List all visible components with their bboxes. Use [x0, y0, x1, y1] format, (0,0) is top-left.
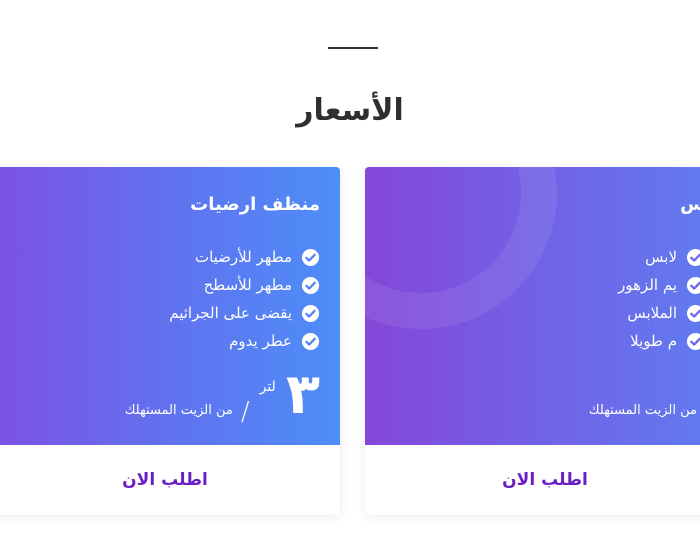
- feature-label: يم الزهور: [618, 276, 677, 294]
- card-title: س: [680, 194, 700, 215]
- price-block: من الزيت المستهلك: [589, 367, 700, 418]
- card-header: منظف ارضيات مطهر للأرضيات مطهر للأسطح يق…: [0, 167, 340, 445]
- feature-item: لابس: [618, 243, 700, 271]
- decorative-ring: [365, 167, 557, 329]
- price-note: من الزيت المستهلك: [588, 403, 697, 418]
- feature-label: م طويلا: [630, 332, 677, 350]
- pricing-card-floor-cleaner: منظف ارضيات مطهر للأرضيات مطهر للأسطح يق…: [0, 167, 340, 515]
- feature-list: مطهر للأرضيات مطهر للأسطح يقضى على الجرا…: [169, 243, 320, 355]
- card-title: منظف ارضيات: [190, 194, 320, 215]
- title-divider: [328, 47, 378, 49]
- price-unit: لتر: [259, 379, 276, 395]
- feature-item: م طويلا: [618, 327, 700, 355]
- check-circle-icon: [686, 332, 700, 350]
- feature-label: عطر يدوم: [229, 332, 292, 350]
- price-block: ٣ لتر / من الزيت المستهلك: [124, 362, 320, 428]
- feature-item: عطر يدوم: [169, 327, 320, 355]
- feature-item: مطهر للأرضيات: [169, 243, 320, 271]
- price-note: من الزيت المستهلك: [124, 403, 233, 418]
- check-circle-icon: [686, 304, 700, 322]
- card-footer: اطلب الان: [365, 445, 700, 515]
- feature-item: يم الزهور: [618, 271, 700, 299]
- check-circle-icon: [301, 332, 320, 350]
- order-now-button[interactable]: اطلب الان: [122, 470, 208, 490]
- check-circle-icon: [301, 248, 320, 266]
- feature-label: مطهر للأرضيات: [194, 248, 292, 266]
- feature-label: لابس: [645, 248, 677, 266]
- feature-label: الملابس: [627, 304, 677, 322]
- feature-item: الملابس: [618, 299, 700, 327]
- pricing-section: الأسعار س لابس يم الزهور الملابس م طويلا…: [0, 0, 700, 560]
- feature-item: يقضى على الجراثيم: [169, 299, 320, 327]
- feature-list: لابس يم الزهور الملابس م طويلا: [618, 243, 700, 355]
- card-header: س لابس يم الزهور الملابس م طويلا من الزي…: [365, 167, 700, 445]
- feature-label: مطهر للأسطح: [203, 276, 292, 294]
- check-circle-icon: [301, 276, 320, 294]
- price-separator: /: [240, 397, 250, 427]
- check-circle-icon: [301, 304, 320, 322]
- check-circle-icon: [686, 248, 700, 266]
- pricing-card-clothes: س لابس يم الزهور الملابس م طويلا من الزي…: [365, 167, 700, 515]
- section-title: الأسعار: [296, 92, 404, 128]
- price-value: ٣: [285, 362, 320, 427]
- check-circle-icon: [686, 276, 700, 294]
- card-footer: اطلب الان: [0, 445, 340, 515]
- feature-label: يقضى على الجراثيم: [169, 304, 292, 322]
- feature-item: مطهر للأسطح: [169, 271, 320, 299]
- order-now-button[interactable]: اطلب الان: [502, 470, 588, 490]
